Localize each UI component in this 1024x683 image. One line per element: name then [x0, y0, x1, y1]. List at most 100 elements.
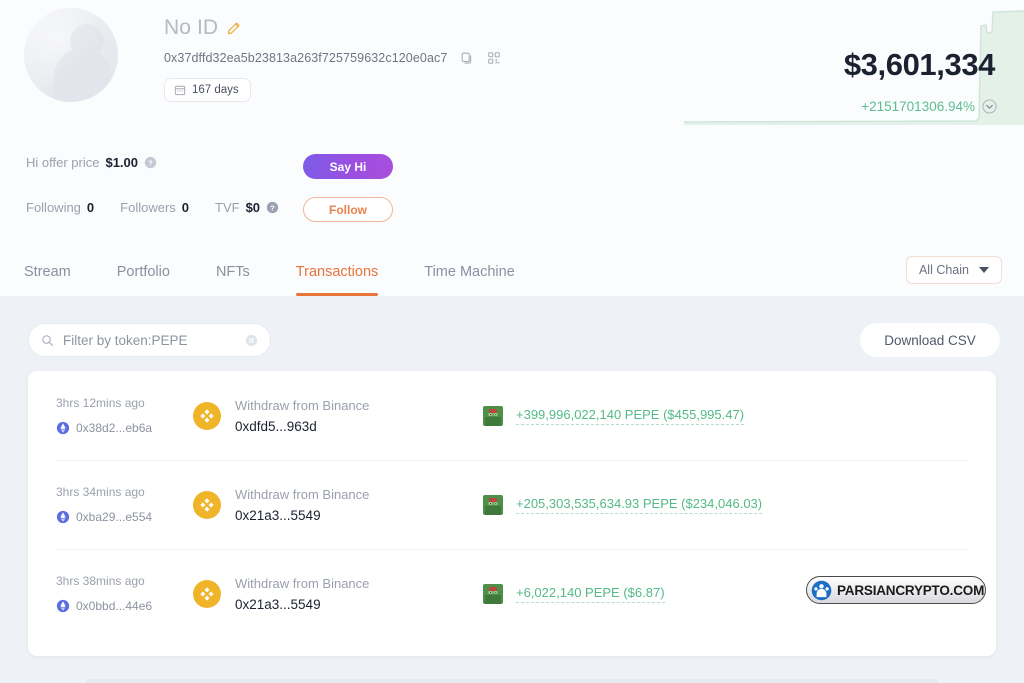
- chain-selector-label: All Chain: [919, 263, 969, 277]
- tx-amount-column: +205,303,535,634.93 PEPE ($234,046.03): [483, 495, 762, 515]
- tx-action-text: Withdraw from Binance 0xdfd5...963d: [235, 398, 369, 434]
- wallet-address-row: 0x37dffd32ea5b23813a263f725759632c120e0a…: [164, 51, 501, 65]
- transactions-list: 3hrs 12mins ago 0x38d2...eb6a: [28, 371, 996, 656]
- following-value: 0: [87, 200, 94, 215]
- ethereum-icon: [56, 510, 70, 524]
- tvf-value: $0: [246, 200, 260, 215]
- binance-icon: [193, 491, 221, 519]
- wallet-age-badge: 167 days: [164, 78, 251, 102]
- follow-button[interactable]: Follow: [303, 197, 393, 222]
- balance-block: $3,601,334 +2151701306.94%: [684, 0, 1024, 130]
- avatar[interactable]: [24, 8, 118, 102]
- ethereum-icon: [56, 599, 70, 613]
- tx-time-column: 3hrs 34mins ago 0xba29...e554: [28, 485, 193, 524]
- followers-label: Followers: [120, 200, 176, 215]
- tab-time-machine[interactable]: Time Machine: [424, 264, 539, 296]
- svg-text:?: ?: [270, 203, 275, 212]
- profile-name-row: No ID: [164, 16, 501, 40]
- binance-icon: [193, 580, 221, 608]
- page-bottom-edge: [86, 679, 938, 683]
- tx-hash[interactable]: 0xba29...e554: [76, 510, 152, 524]
- watermark: PARSIANCRYPTO.COM: [806, 576, 986, 604]
- followers-value: 0: [182, 200, 189, 215]
- tx-action-label: Withdraw from Binance: [235, 576, 369, 591]
- tx-timestamp: 3hrs 34mins ago: [56, 485, 193, 499]
- following-label: Following: [26, 200, 81, 215]
- tx-counterparty[interactable]: 0xdfd5...963d: [235, 419, 369, 434]
- tx-action-column: Withdraw from Binance 0x21a3...5549: [193, 576, 483, 612]
- token-filter-value: Filter by token:PEPE: [63, 333, 236, 348]
- copy-icon[interactable]: [460, 51, 474, 65]
- table-row[interactable]: 3hrs 34mins ago 0xba29...e554: [28, 460, 996, 549]
- tx-amount-column: +6,022,140 PEPE ($6.87): [483, 584, 665, 604]
- tvf-label: TVF: [215, 200, 240, 215]
- tx-counterparty[interactable]: 0x21a3...5549: [235, 597, 369, 612]
- avatar-gloss: [24, 8, 118, 102]
- tx-action-column: Withdraw from Binance 0xdfd5...963d: [193, 398, 483, 434]
- tx-action-text: Withdraw from Binance 0x21a3...5549: [235, 576, 369, 612]
- page-root: $3,601,334 +2151701306.94% No ID: [0, 0, 1024, 683]
- profile-header: $3,601,334 +2151701306.94% No ID: [0, 0, 1024, 296]
- tx-action-text: Withdraw from Binance 0x21a3...5549: [235, 487, 369, 523]
- hi-offer-row: Hi offer price $1.00 ?: [26, 155, 279, 170]
- pepe-token-icon: [483, 495, 503, 515]
- tx-counterparty[interactable]: 0x21a3...5549: [235, 508, 369, 523]
- tab-nfts[interactable]: NFTs: [216, 264, 274, 296]
- tx-hash[interactable]: 0x0bbd...44e6: [76, 599, 152, 613]
- tx-amount[interactable]: +6,022,140 PEPE ($6.87): [516, 585, 665, 603]
- tx-amount[interactable]: +205,303,535,634.93 PEPE ($234,046.03): [516, 496, 762, 514]
- tab-transactions[interactable]: Transactions: [296, 264, 402, 296]
- tx-hash-row: 0xba29...e554: [56, 510, 193, 524]
- tx-hash-row: 0x0bbd...44e6: [56, 599, 193, 613]
- download-csv-button[interactable]: Download CSV: [860, 323, 1000, 357]
- search-icon: [41, 334, 54, 347]
- svg-text:?: ?: [148, 158, 153, 167]
- tx-time-column: 3hrs 12mins ago 0x38d2...eb6a: [28, 396, 193, 435]
- wallet-age-label: 167 days: [192, 84, 239, 96]
- profile-stats: Hi offer price $1.00 ? Following 0 Follo…: [26, 155, 279, 215]
- balance-change-row: +2151701306.94%: [861, 99, 997, 114]
- calendar-icon: [174, 84, 186, 96]
- table-row[interactable]: 3hrs 12mins ago 0x38d2...eb6a: [28, 371, 996, 460]
- tx-time-column: 3hrs 38mins ago 0x0bbd...44e6: [28, 574, 193, 613]
- pencil-icon[interactable]: [226, 21, 241, 36]
- clear-circle-icon[interactable]: [245, 334, 258, 347]
- say-hi-button[interactable]: Say Hi: [303, 154, 393, 179]
- pepe-token-icon: [483, 584, 503, 604]
- watermark-text: PARSIANCRYPTO.COM: [837, 583, 984, 598]
- pepe-token-icon: [483, 406, 503, 426]
- hi-offer-label: Hi offer price: [26, 155, 99, 170]
- parsiancrypto-logo-icon: [811, 580, 832, 601]
- hi-offer-value: $1.00: [105, 155, 138, 170]
- profile-info: No ID 0x37dffd32ea5b23813a263f725759632c…: [164, 8, 501, 102]
- tx-timestamp: 3hrs 12mins ago: [56, 396, 193, 410]
- wallet-address[interactable]: 0x37dffd32ea5b23813a263f725759632c120e0a…: [164, 51, 447, 65]
- question-mark-icon[interactable]: ?: [266, 201, 279, 214]
- tx-action-label: Withdraw from Binance: [235, 398, 369, 413]
- token-filter-input[interactable]: Filter by token:PEPE: [28, 323, 271, 357]
- main-tabs: Stream Portfolio NFTs Transactions Time …: [24, 264, 539, 296]
- transactions-panel: Filter by token:PEPE Download CSV 3hrs 1…: [0, 296, 1024, 683]
- tx-action-label: Withdraw from Binance: [235, 487, 369, 502]
- binance-icon: [193, 402, 221, 430]
- chevron-down-circle-icon[interactable]: [982, 99, 997, 114]
- chevron-down-icon: [979, 267, 989, 273]
- question-mark-icon[interactable]: ?: [144, 156, 157, 169]
- social-stats-row: Following 0 Followers 0 TVF $0 ?: [26, 200, 279, 215]
- qr-code-icon[interactable]: [487, 51, 501, 65]
- tab-stream[interactable]: Stream: [24, 264, 95, 296]
- profile-identity: No ID 0x37dffd32ea5b23813a263f725759632c…: [24, 8, 501, 102]
- transactions-toolbar: Filter by token:PEPE Download CSV: [28, 323, 1000, 357]
- tx-hash[interactable]: 0x38d2...eb6a: [76, 421, 152, 435]
- tab-portfolio[interactable]: Portfolio: [117, 264, 194, 296]
- tx-action-column: Withdraw from Binance 0x21a3...5549: [193, 487, 483, 523]
- tx-hash-row: 0x38d2...eb6a: [56, 421, 193, 435]
- chain-selector[interactable]: All Chain: [906, 256, 1002, 284]
- tx-amount-column: +399,996,022,140 PEPE ($455,995.47): [483, 406, 744, 426]
- balance-amount: $3,601,334: [844, 47, 995, 83]
- balance-change-percent: +2151701306.94%: [861, 99, 975, 114]
- page-title: No ID: [164, 16, 218, 40]
- tx-amount[interactable]: +399,996,022,140 PEPE ($455,995.47): [516, 407, 744, 425]
- ethereum-icon: [56, 421, 70, 435]
- tx-timestamp: 3hrs 38mins ago: [56, 574, 193, 588]
